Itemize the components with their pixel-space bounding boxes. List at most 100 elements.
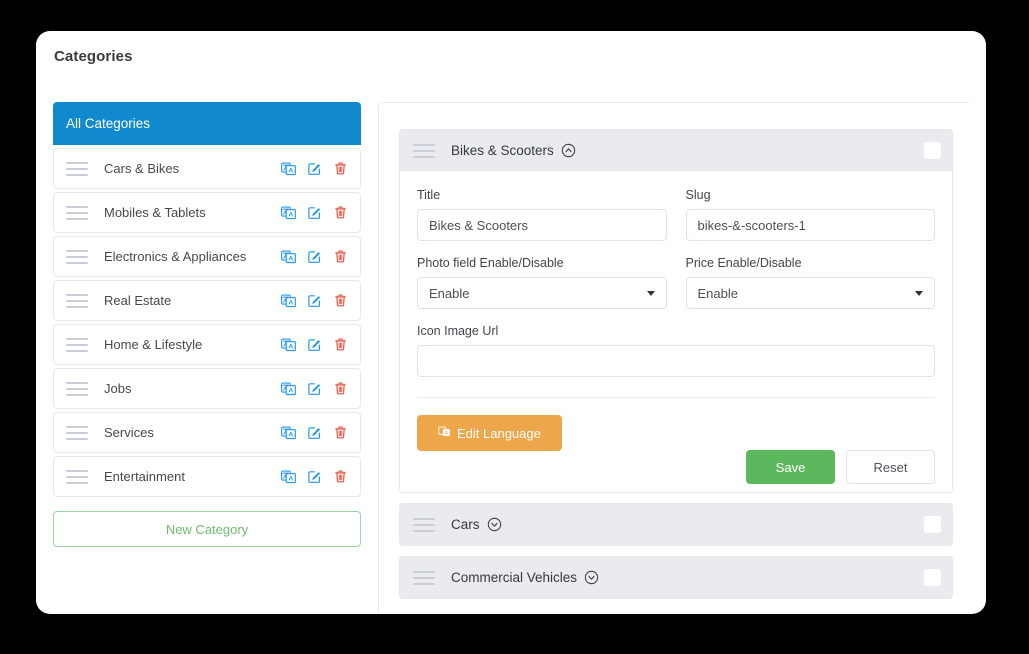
drag-handle-icon[interactable] (413, 517, 435, 532)
category-row-label: Cars & Bikes (104, 161, 180, 176)
category-row[interactable]: Real Estate A (53, 280, 361, 321)
accordion-select-checkbox[interactable] (924, 569, 941, 586)
translate-icon[interactable]: A (281, 293, 296, 308)
sidebar-header-all-categories[interactable]: All Categories (53, 102, 361, 145)
categories-sidebar: All Categories Cars & Bikes A Mobiles & Ta… (53, 102, 361, 547)
category-row-label: Electronics & Appliances (104, 249, 247, 264)
svg-text:A: A (288, 256, 293, 263)
category-row[interactable]: Entertainment A (53, 456, 361, 497)
trash-icon[interactable] (333, 381, 348, 396)
price-enable-value: Enable (697, 285, 738, 301)
accordion-header[interactable]: Cars (400, 504, 952, 545)
edit-pencil-icon[interactable] (307, 293, 322, 308)
accordion-item-bikes-scooters: Bikes & Scooters Title Bikes & Scooters … (399, 129, 953, 493)
edit-pencil-icon[interactable] (307, 337, 322, 352)
accordion-header[interactable]: Commercial Vehicles (400, 557, 952, 598)
category-row[interactable]: Home & Lifestyle A (53, 324, 361, 365)
trash-icon[interactable] (333, 249, 348, 264)
photo-enable-label: Photo field Enable/Disable (417, 256, 564, 270)
drag-handle-icon[interactable] (66, 381, 88, 396)
category-row[interactable]: Electronics & Appliances A (53, 236, 361, 277)
chevron-down-circle-icon[interactable] (487, 517, 502, 532)
accordion-select-checkbox[interactable] (924, 516, 941, 533)
category-row-label: Mobiles & Tablets (104, 205, 206, 220)
trash-icon[interactable] (333, 293, 348, 308)
category-row[interactable]: Mobiles & Tablets A (53, 192, 361, 233)
edit-pencil-icon[interactable] (307, 381, 322, 396)
translate-icon[interactable]: A (281, 337, 296, 352)
chevron-up-circle-icon[interactable] (561, 143, 576, 158)
category-row[interactable]: Cars & Bikes A (53, 148, 361, 189)
translate-icon[interactable]: A (281, 161, 296, 176)
category-row-actions: A (281, 249, 348, 264)
edit-pencil-icon[interactable] (307, 205, 322, 220)
edit-pencil-icon[interactable] (307, 469, 322, 484)
drag-handle-icon[interactable] (66, 293, 88, 308)
icon-url-input[interactable] (417, 345, 935, 377)
field-group-price-enable: Price Enable/Disable Enable (685, 256, 935, 309)
trash-icon[interactable] (333, 337, 348, 352)
accordion-header-bikes-scooters[interactable]: Bikes & Scooters (400, 130, 952, 171)
drag-handle-icon[interactable] (413, 143, 435, 158)
trash-icon[interactable] (333, 161, 348, 176)
category-row-actions: A (281, 469, 348, 484)
icon-url-label: Icon Image Url (417, 324, 499, 338)
edit-pencil-icon[interactable] (307, 249, 322, 264)
title-label: Title (417, 188, 441, 202)
svg-text:A: A (288, 476, 293, 483)
category-row-label: Entertainment (104, 469, 185, 484)
accordion-select-checkbox[interactable] (924, 142, 941, 159)
title-input[interactable] (417, 209, 667, 241)
chevron-down-icon (646, 291, 655, 296)
category-row-actions: A (281, 205, 348, 220)
category-row-label: Real Estate (104, 293, 172, 308)
field-group-icon-url: Icon Image Url (417, 324, 935, 377)
edit-pencil-icon[interactable] (307, 425, 322, 440)
category-row-actions: A (281, 337, 348, 352)
category-row-label: Jobs (104, 381, 132, 396)
translate-icon[interactable]: A (281, 425, 296, 440)
category-row-actions: A (281, 425, 348, 440)
drag-handle-icon[interactable] (66, 249, 88, 264)
form-row-icon-url: Icon Image Url (417, 324, 935, 377)
category-row[interactable]: Services A (53, 412, 361, 453)
category-row-label: Home & Lifestyle (104, 337, 203, 352)
drag-handle-icon[interactable] (413, 570, 435, 585)
drag-handle-icon[interactable] (66, 161, 88, 176)
photo-enable-select[interactable]: Enable (417, 277, 667, 309)
category-row[interactable]: Jobs A (53, 368, 361, 409)
accordion-title: Commercial Vehicles (451, 570, 578, 585)
reset-button[interactable]: Reset (846, 450, 935, 484)
edit-pencil-icon[interactable] (307, 161, 322, 176)
trash-icon[interactable] (333, 205, 348, 220)
price-enable-select[interactable]: Enable (685, 277, 935, 309)
svg-text:A: A (288, 168, 293, 175)
app-window: Categories All Categories Cars & Bikes A M… (36, 31, 986, 614)
price-enable-label: Price Enable/Disable (685, 256, 802, 270)
edit-language-button[interactable]: A Edit Language (417, 415, 562, 451)
category-row-label: Services (104, 425, 154, 440)
translate-icon[interactable]: A (281, 381, 296, 396)
drag-handle-icon[interactable] (66, 337, 88, 352)
svg-text:A: A (288, 388, 293, 395)
trash-icon[interactable] (333, 469, 348, 484)
drag-handle-icon[interactable] (66, 205, 88, 220)
chevron-down-icon (915, 291, 923, 296)
slug-input[interactable] (685, 209, 935, 241)
chevron-down-circle-icon[interactable] (584, 570, 599, 585)
translate-icon[interactable]: A (281, 469, 296, 484)
category-row-actions: A (281, 381, 348, 396)
accordion-item: Commercial Vehicles (399, 556, 953, 599)
translate-icon[interactable]: A (281, 205, 296, 220)
new-category-button[interactable]: New Category (53, 511, 361, 547)
save-button[interactable]: Save (746, 450, 835, 484)
drag-handle-icon[interactable] (66, 425, 88, 440)
translate-icon[interactable]: A (281, 249, 296, 264)
category-row-actions: A (281, 293, 348, 308)
drag-handle-icon[interactable] (66, 469, 88, 484)
form-row-photo-price: Photo field Enable/Disable Enable Price … (417, 256, 935, 309)
translate-icon: A (438, 425, 451, 441)
accordion-title: Bikes & Scooters (451, 143, 554, 158)
category-edit-form: Title Slug Photo field Enable/Disable (400, 171, 952, 492)
trash-icon[interactable] (333, 425, 348, 440)
